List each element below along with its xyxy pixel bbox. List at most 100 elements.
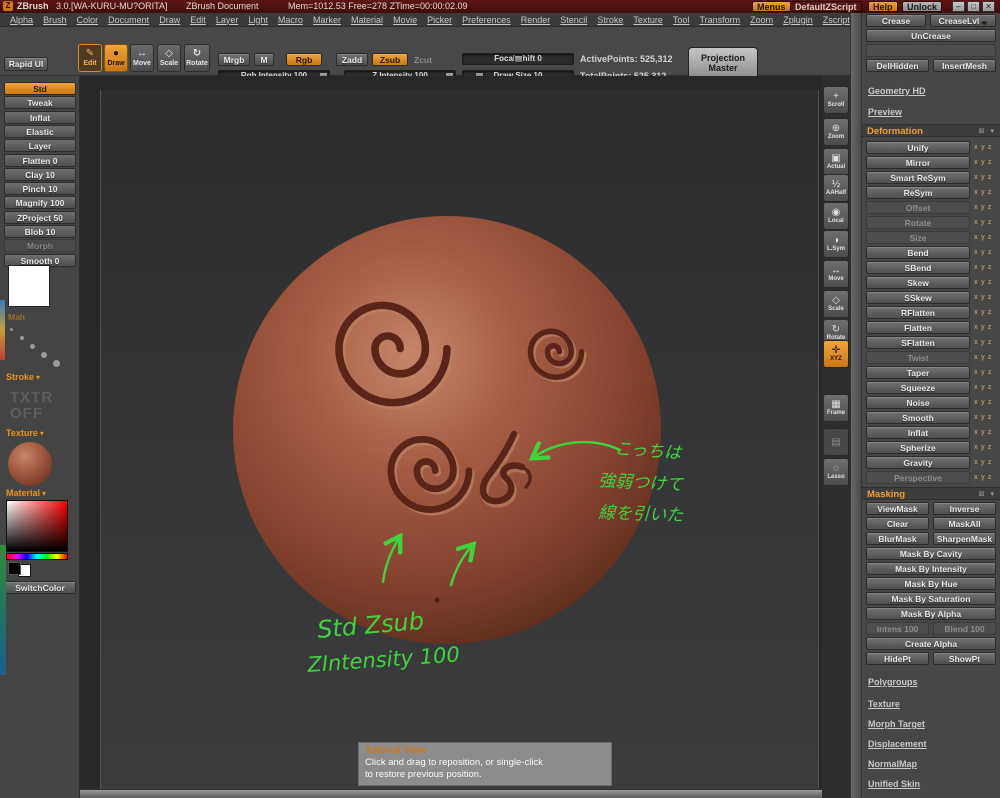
axis-y-toggle[interactable]: y [981, 384, 985, 391]
deform-mirror[interactable]: Mirror [866, 156, 970, 169]
focal-shift-slider[interactable]: Focal Shift 0 [462, 53, 574, 65]
axis-x-toggle[interactable]: x [974, 339, 978, 346]
slider-thumb[interactable] [514, 55, 523, 63]
brush-layer[interactable]: Layer [4, 139, 76, 153]
menu-alpha[interactable]: Alpha [10, 15, 33, 25]
axis-z-toggle[interactable]: z [988, 474, 992, 481]
deform-skew[interactable]: Skew [866, 276, 970, 289]
axis-y-toggle[interactable]: y [981, 294, 985, 301]
menu-movie[interactable]: Movie [393, 15, 417, 25]
deform-unify[interactable]: Unify [866, 141, 970, 154]
deform-flatten[interactable]: Flatten [866, 321, 970, 334]
deform-perspective[interactable]: Perspective [866, 471, 970, 484]
axis-x-toggle[interactable]: x [974, 279, 978, 286]
axis-z-toggle[interactable]: z [988, 429, 992, 436]
axis-z-toggle[interactable]: z [988, 309, 992, 316]
rotate-mode-button[interactable]: ↻ Rotate [184, 44, 210, 72]
brush-morph[interactable]: Morph [4, 239, 76, 253]
axis-y-toggle[interactable]: y [981, 369, 985, 376]
axis-y-toggle[interactable]: y [981, 459, 985, 466]
brush-tweak[interactable]: Tweak [4, 96, 76, 110]
deform-smooth[interactable]: Smooth [866, 411, 970, 424]
mask-intens-100[interactable]: Intens 100 [866, 622, 929, 635]
viewport-3d[interactable]: こっちは 強弱つけて 線を引いた Std Zsub ZIntensity 100 [80, 76, 822, 798]
deform-sskew[interactable]: SSkew [866, 291, 970, 304]
axis-y-toggle[interactable]: y [981, 354, 985, 361]
axis-x-toggle[interactable]: x [974, 189, 978, 196]
axis-z-toggle[interactable]: z [988, 174, 992, 181]
deformation-header[interactable]: Deformation ⊠ ▾ [862, 124, 1000, 137]
menu-zscript[interactable]: Zscript [823, 15, 850, 25]
axis-x-toggle[interactable]: x [974, 249, 978, 256]
menu-document[interactable]: Document [108, 15, 149, 25]
stroke-selector[interactable]: Stroke ▾ [6, 372, 40, 382]
axis-z-toggle[interactable]: z [988, 414, 992, 421]
alpha-caption[interactable]: Mah [8, 312, 25, 322]
menu-material[interactable]: Material [351, 15, 383, 25]
axis-z-toggle[interactable]: z [988, 264, 992, 271]
sculpt-sphere[interactable] [233, 216, 661, 644]
scroll-tool[interactable]: + Scroll [823, 86, 849, 114]
brush-blob-10[interactable]: Blob 10 [4, 225, 76, 238]
primary-color-swatch[interactable] [8, 562, 21, 575]
axis-x-toggle[interactable]: x [974, 399, 978, 406]
actual-tool[interactable]: ▣ Actual [823, 148, 849, 176]
mask-inverse[interactable]: Inverse [933, 502, 996, 515]
axis-x-toggle[interactable]: x [974, 444, 978, 451]
scale-mode-button[interactable]: ◇ Scale [157, 44, 181, 72]
mask-viewmask[interactable]: ViewMask [866, 502, 929, 515]
help-button[interactable]: Help [868, 1, 898, 12]
menu-picker[interactable]: Picker [427, 15, 452, 25]
axis-y-toggle[interactable]: y [981, 339, 985, 346]
brush-elastic[interactable]: Elastic [4, 124, 76, 138]
brush-pinch-10[interactable]: Pinch 10 [4, 182, 76, 196]
axis-z-toggle[interactable]: z [988, 204, 992, 211]
link-preview[interactable]: Preview [868, 107, 902, 117]
axis-z-toggle[interactable]: z [988, 459, 992, 466]
maximize-button[interactable]: □ [967, 1, 980, 12]
axis-y-toggle[interactable]: y [981, 249, 985, 256]
menu-zplugin[interactable]: Zplugin [783, 15, 813, 25]
axis-y-toggle[interactable]: y [981, 324, 985, 331]
axis-x-toggle[interactable]: x [974, 144, 978, 151]
menu-color[interactable]: Color [77, 15, 99, 25]
mask-mask-by-alpha[interactable]: Mask By Alpha [866, 607, 996, 620]
link-polygroups[interactable]: Polygroups [868, 677, 918, 687]
m-button[interactable]: M [254, 53, 274, 66]
deform-bend[interactable]: Bend [866, 246, 970, 259]
axis-y-toggle[interactable]: y [981, 204, 985, 211]
link-normalmap[interactable]: NormalMap [868, 759, 917, 769]
menu-layer[interactable]: Layer [216, 15, 239, 25]
zadd-button[interactable]: Zadd [336, 53, 368, 66]
zoom-tool[interactable]: ⊕ Zoom [823, 118, 849, 146]
alpha-thumbnail[interactable] [8, 265, 50, 307]
axis-z-toggle[interactable]: z [988, 324, 992, 331]
menu-stencil[interactable]: Stencil [560, 15, 587, 25]
aahalf-tool[interactable]: ½ AAHalf [823, 174, 849, 202]
projection-master-button[interactable]: Projection Master [688, 47, 758, 79]
spinner-icon[interactable]: ◂▸ [981, 20, 987, 26]
texture-selector[interactable]: Texture ▾ [6, 428, 44, 438]
axis-y-toggle[interactable]: y [981, 234, 985, 241]
brush-inflat[interactable]: Inflat [4, 110, 76, 124]
lasso-tool[interactable]: ◌ Lasso [823, 458, 849, 486]
mask-blurmask[interactable]: BlurMask [866, 532, 929, 545]
axis-y-toggle[interactable]: y [981, 189, 985, 196]
deform-twist[interactable]: Twist [866, 351, 970, 364]
axis-x-toggle[interactable]: x [974, 204, 978, 211]
mask-mask-by-hue[interactable]: Mask By Hue [866, 577, 996, 590]
deform-sflatten[interactable]: SFlatten [866, 336, 970, 349]
deform-sbend[interactable]: SBend [866, 261, 970, 274]
axis-x-toggle[interactable]: x [974, 294, 978, 301]
crease-button[interactable]: Crease [866, 14, 926, 27]
del-hidden-button[interactable]: DelHidden [866, 59, 929, 72]
mask-blend-100[interactable]: Blend 100 [933, 622, 996, 635]
brush-zproject-50[interactable]: ZProject 50 [4, 210, 76, 224]
material-selector[interactable]: Material ▾ [6, 488, 46, 498]
axis-y-toggle[interactable]: y [981, 429, 985, 436]
menu-preferences[interactable]: Preferences [462, 15, 511, 25]
mask-mask-by-cavity[interactable]: Mask By Cavity [866, 547, 996, 560]
zcut-button[interactable]: Zcut [414, 55, 432, 65]
defaultzscript-button[interactable]: DefaultZScript [790, 1, 862, 12]
axis-z-toggle[interactable]: z [988, 144, 992, 151]
